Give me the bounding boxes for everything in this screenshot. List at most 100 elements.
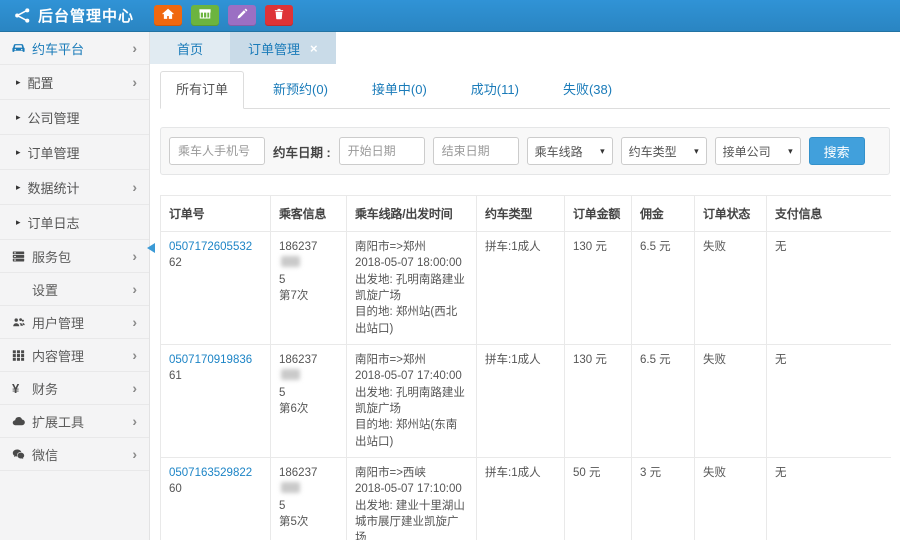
table-row: 0507163529822601862375第5次南阳市=>西峡2018-05-… [161,457,891,540]
order-no-link[interactable]: 0507170919836 [169,352,262,368]
sidebar-item-label: 财务 [32,379,58,398]
caret-down-icon: ▾ [600,146,605,157]
delete-button[interactable] [265,5,293,26]
filter-select-0[interactable]: 乘车线路▾ [527,137,613,165]
sidebar-item-2[interactable]: ▸公司管理 [0,100,149,135]
caret-down-icon: ▾ [694,146,699,157]
phone-suffix: 5 [279,498,338,514]
column-header: 订单状态 [695,196,767,232]
subtab-0[interactable]: 所有订单 [160,71,244,109]
order-no-cell: 050717091983661 [161,344,271,457]
caret-right-icon: ▸ [16,112,21,123]
subtab-4[interactable]: 失败(38) [548,72,627,108]
status-cell: 失败 [695,344,767,457]
edit-button[interactable] [228,5,256,26]
sidebar-item-label: 扩展工具 [32,412,84,431]
route-depart_time: 2018-05-07 18:00:00 [355,255,468,271]
filter-select-2[interactable]: 接单公司 ▾ [715,137,801,165]
amount-cell: 130 元 [565,344,632,457]
column-header: 佣金 [632,196,695,232]
tab-label: 订单管理 [248,39,300,58]
caret-down-icon: ▾ [788,146,793,157]
route-destination: 目的地: 郑州站(西北出站口) [355,304,468,337]
route-route: 南阳市=>郑州 [355,352,468,368]
start-date-input[interactable] [339,137,425,165]
passenger-ride-count: 第7次 [279,288,338,304]
sidebar-item-6[interactable]: 服务包› [0,240,149,273]
tab-0[interactable]: 首页 [150,32,230,64]
passenger-cell: 1862375第5次 [271,457,347,540]
filter-selects: 乘车线路▾ 约车类型▾ 接单公司 ▾ [527,137,801,165]
subtab-1[interactable]: 新预约(0) [258,72,343,108]
filter-select-1[interactable]: 约车类型▾ [621,137,707,165]
sidebar-item-label: 订单日志 [28,213,80,232]
route-destination: 目的地: 郑州站(东南出站口) [355,417,468,450]
order-no-cell: 050716352982260 [161,457,271,540]
phone-prefix: 186237 [279,354,317,366]
sidebar-item-label: 数据统计 [28,178,80,197]
route-cell: 南阳市=>郑州2018-05-07 18:00:00出发地: 孔明南路建业凯旋广… [347,232,477,345]
payment-cell: 无 [767,232,891,345]
phone-masked-segment [281,482,300,493]
filter-select-label: 接单公司 [723,143,771,160]
column-header: 约车类型 [477,196,565,232]
sidebar-item-1[interactable]: ▸配置› [0,65,149,100]
filter-panel: 约车日期 : 乘车线路▾ 约车类型▾ 接单公司 ▾ 搜索 [160,127,890,175]
route-depart_time: 2018-05-07 17:10:00 [355,481,468,497]
sidebar-item-11[interactable]: 扩展工具 › [0,405,149,438]
passenger-ride-count: 第5次 [279,514,338,530]
home-button[interactable] [154,5,182,26]
amount-cell: 50 元 [565,457,632,540]
trash-icon [273,7,285,25]
sidebar-item-7[interactable]: 设置 › [0,273,149,306]
payment-cell: 无 [767,457,891,540]
app-title: 后台管理中心 [38,5,134,26]
ride-type-cell: 拼车:1成人 [477,232,565,345]
chevron-right-icon: › [132,414,137,428]
sidebar-item-4[interactable]: ▸数据统计› [0,170,149,205]
server-icon [12,250,32,263]
sidebar-item-0[interactable]: 约车平台› [0,32,149,65]
table-row: 0507170919836611862375第6次南阳市=>郑州2018-05-… [161,344,891,457]
column-header: 订单号 [161,196,271,232]
top-header: 后台管理中心 [0,0,900,32]
sidebar-item-label: 用户管理 [32,313,84,332]
passenger-phone-input[interactable] [169,137,265,165]
order-no-link[interactable]: 0507172605532 [169,239,262,255]
caret-right-icon: ▸ [16,77,21,88]
tab-1[interactable]: 订单管理 × [230,32,336,64]
sidebar-item-5[interactable]: ▸订单日志 [0,205,149,240]
grid-icon [12,349,32,362]
sidebar-item-12[interactable]: 微信› [0,438,149,471]
subtab-2[interactable]: 接单中(0) [357,72,442,108]
table-button[interactable] [191,5,219,26]
subtab-3[interactable]: 成功(11) [456,72,534,108]
close-icon[interactable]: × [310,41,318,56]
phone-suffix: 5 [279,272,338,288]
phone-suffix: 5 [279,385,338,401]
sidebar-collapse-arrow-icon[interactable] [147,243,155,253]
wechat-icon [12,448,32,461]
header-quick-buttons [154,5,293,26]
chevron-right-icon: › [132,315,137,329]
order-no-link[interactable]: 0507163529822 [169,465,262,481]
order-status-subtabs: 所有订单新预约(0) 接单中(0) 成功(11) 失败(38) [160,72,890,109]
sidebar-item-label: 设置 [32,280,58,299]
phone-masked-segment [281,369,300,380]
route-cell: 南阳市=>郑州2018-05-07 17:40:00出发地: 孔明南路建业凯旋广… [347,344,477,457]
chevron-right-icon: › [132,447,137,461]
passenger-cell: 1862375第7次 [271,232,347,345]
route-route: 南阳市=>郑州 [355,239,468,255]
booking-date-label: 约车日期 : [273,142,331,161]
end-date-input[interactable] [433,137,519,165]
chevron-right-icon: › [132,282,137,296]
sidebar-item-3[interactable]: ▸订单管理 [0,135,149,170]
search-button[interactable]: 搜索 [809,137,865,165]
sidebar-item-8[interactable]: 用户管理 › [0,306,149,339]
sidebar-item-label: 内容管理 [32,346,84,365]
chevron-right-icon: › [132,41,137,55]
sidebar-item-9[interactable]: 内容管理› [0,339,149,372]
orders-table-header-row: 订单号乘客信息乘车线路/出发时间约车类型订单金额佣金订单状态支付信息 [161,196,891,232]
sidebar-item-10[interactable]: ¥财务› [0,372,149,405]
passenger-cell: 1862375第6次 [271,344,347,457]
